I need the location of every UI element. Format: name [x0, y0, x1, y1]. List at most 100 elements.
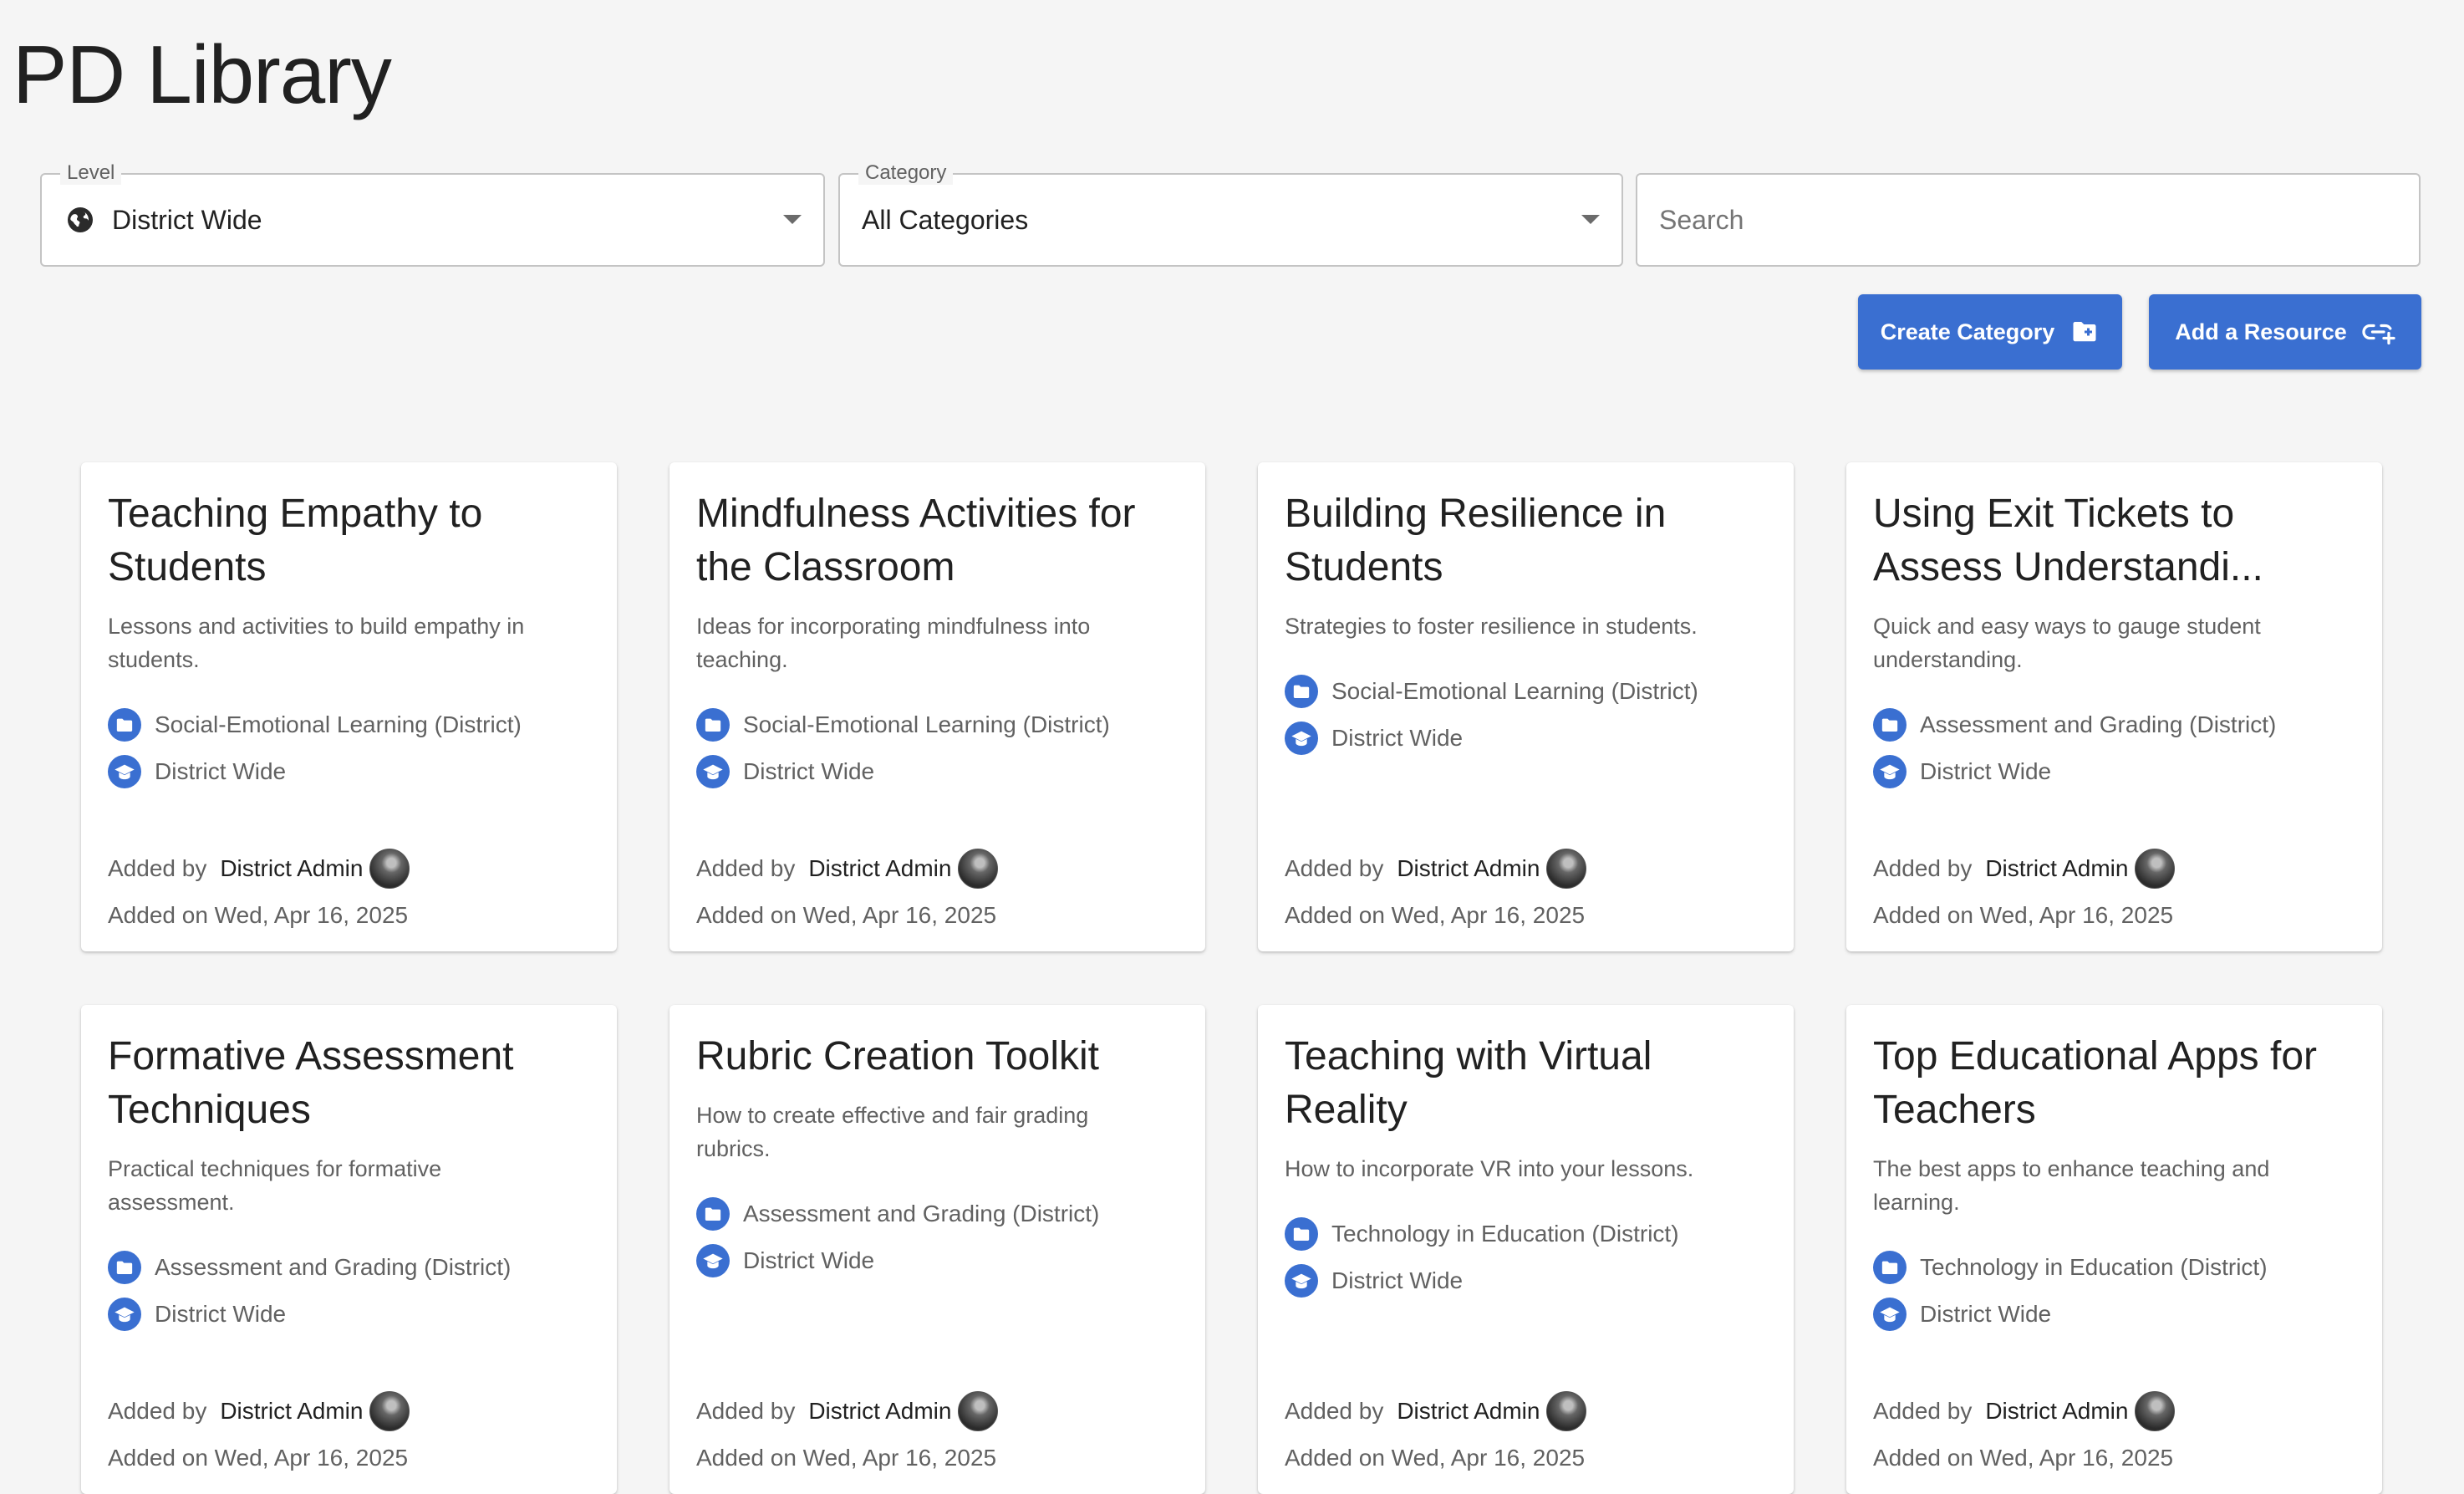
create-category-button[interactable]: Create Category [1858, 294, 2122, 370]
card-description: Quick and easy ways to gauge student und… [1873, 614, 2261, 672]
resource-card[interactable]: Teaching Empathy to Students Lessons and… [81, 462, 617, 951]
card-level: District Wide [696, 755, 874, 788]
link-plus-icon [2362, 324, 2395, 345]
card-category-label: Social-Emotional Learning (District) [1331, 678, 1698, 704]
graduation-cap-icon [1285, 1264, 1318, 1298]
card-category-label: Assessment and Grading (District) [155, 1254, 512, 1280]
card-added-by: Added by District Admin [1873, 849, 2176, 889]
card-title: Teaching Empathy to Students [108, 492, 483, 589]
avatar [2135, 849, 2176, 889]
search-field[interactable] [1636, 173, 2421, 267]
added-by-label: Added by [696, 855, 796, 881]
avatar [369, 849, 410, 889]
card-category-label: Social-Emotional Learning (District) [155, 711, 522, 737]
card-added-by: Added by District Admin [1285, 849, 1587, 889]
card-level-label: District Wide [1331, 725, 1464, 751]
added-by-label: Added by [1873, 1398, 1973, 1424]
card-level: District Wide [1873, 755, 2051, 788]
card-description: Ideas for incorporating mindfulness into… [696, 614, 1091, 672]
added-by-name: District Admin [1397, 855, 1540, 881]
card-category-label: Technology in Education (District) [1331, 1221, 1679, 1247]
level-select-value: District Wide [112, 204, 262, 235]
folder-icon [108, 708, 141, 742]
globe-icon [68, 207, 93, 232]
card-category-label: Assessment and Grading (District) [1920, 711, 2277, 737]
graduation-cap-icon [1285, 722, 1318, 755]
graduation-cap-icon [696, 1244, 730, 1277]
category-chevron-down-icon[interactable] [1581, 215, 1600, 224]
card-category: Social-Emotional Learning (District) [1285, 675, 1698, 708]
card-level-label: District Wide [1920, 758, 2052, 784]
folder-icon [108, 1251, 141, 1284]
folder-plus-icon [2073, 322, 2096, 342]
resource-card[interactable]: Formative Assessment Techniques Practica… [81, 1005, 617, 1494]
card-title: Rubric Creation Toolkit [696, 1034, 1099, 1078]
card-description: How to create effective and fair grading… [696, 1103, 1089, 1161]
added-by-label: Added by [1285, 855, 1384, 881]
resource-card[interactable]: Teaching with Virtual Reality How to inc… [1258, 1005, 1794, 1494]
level-select[interactable]: Level District Wide [40, 161, 825, 267]
card-added-on: Added on Wed, Apr 16, 2025 [1873, 1445, 2174, 1471]
card-category: Technology in Education (District) [1873, 1251, 2268, 1284]
card-added-by: Added by District Admin [696, 1391, 999, 1431]
card-description: Practical techniques for formative asses… [108, 1156, 442, 1215]
resource-card[interactable]: Rubric Creation Toolkit How to create ef… [669, 1005, 1205, 1494]
card-level-label: District Wide [1331, 1267, 1464, 1293]
search-input[interactable] [1659, 175, 2397, 265]
card-added-on: Added on Wed, Apr 16, 2025 [696, 1445, 997, 1471]
create-category-label: Create Category [1880, 319, 2055, 344]
card-added-on: Added on Wed, Apr 16, 2025 [1285, 1445, 1586, 1471]
add-resource-button[interactable]: Add a Resource [2149, 294, 2421, 370]
graduation-cap-icon [108, 1298, 141, 1331]
added-by-name: District Admin [808, 1398, 952, 1424]
resource-card[interactable]: Building Resilience in Students Strategi… [1258, 462, 1794, 951]
avatar [958, 1391, 999, 1431]
added-by-label: Added by [108, 1398, 207, 1424]
card-added-on: Added on Wed, Apr 16, 2025 [108, 902, 409, 928]
level-select-value-wrap: District Wide [65, 175, 262, 265]
card-level: District Wide [1873, 1298, 2051, 1331]
folder-icon [696, 1197, 730, 1231]
card-category: Social-Emotional Learning (District) [696, 708, 1110, 742]
card-description: The best apps to enhance teaching and le… [1873, 1156, 2270, 1215]
added-by-name: District Admin [220, 855, 364, 881]
card-level-label: District Wide [743, 758, 875, 784]
folder-icon [1873, 1251, 1907, 1284]
added-by-label: Added by [696, 1398, 796, 1424]
card-added-by: Added by District Admin [696, 849, 999, 889]
category-select[interactable]: Category All Categories [838, 161, 1623, 267]
card-level-label: District Wide [743, 1247, 875, 1273]
graduation-cap-icon [1873, 1298, 1907, 1331]
page-title: PD Library [13, 28, 392, 120]
graduation-cap-icon [1873, 755, 1907, 788]
card-description: How to incorporate VR into your lessons. [1285, 1156, 1694, 1181]
folder-icon [1285, 1217, 1318, 1251]
avatar [2135, 1391, 2176, 1431]
card-level-label: District Wide [155, 1301, 287, 1327]
category-select-value: All Categories [862, 204, 1029, 235]
card-level: District Wide [696, 1244, 874, 1277]
level-chevron-down-icon[interactable] [783, 215, 802, 224]
card-added-by: Added by District Admin [108, 849, 410, 889]
card-added-by: Added by District Admin [108, 1391, 410, 1431]
card-added-by: Added by District Admin [1285, 1391, 1587, 1431]
card-level: District Wide [1285, 722, 1463, 755]
card-added-on: Added on Wed, Apr 16, 2025 [108, 1445, 409, 1471]
card-level-label: District Wide [155, 758, 287, 784]
resource-card[interactable]: Using Exit Tickets to Assess Understandi… [1846, 462, 2382, 951]
card-level: District Wide [108, 755, 286, 788]
card-category: Social-Emotional Learning (District) [108, 708, 522, 742]
avatar [958, 849, 999, 889]
card-level: District Wide [108, 1298, 286, 1331]
resource-card[interactable]: Top Educational Apps for Teachers The be… [1846, 1005, 2382, 1494]
resource-card[interactable]: Mindfulness Activities for the Classroom… [669, 462, 1205, 951]
avatar [1546, 1391, 1587, 1431]
added-by-name: District Admin [1985, 1398, 2129, 1424]
card-category-label: Social-Emotional Learning (District) [743, 711, 1110, 737]
graduation-cap-icon [696, 755, 730, 788]
card-title: Formative Assessment Techniques [108, 1034, 514, 1132]
card-added-by: Added by District Admin [1873, 1391, 2176, 1431]
card-added-on: Added on Wed, Apr 16, 2025 [1285, 902, 1586, 928]
card-description: Lessons and activities to build empathy … [108, 614, 525, 672]
folder-icon [1285, 675, 1318, 708]
